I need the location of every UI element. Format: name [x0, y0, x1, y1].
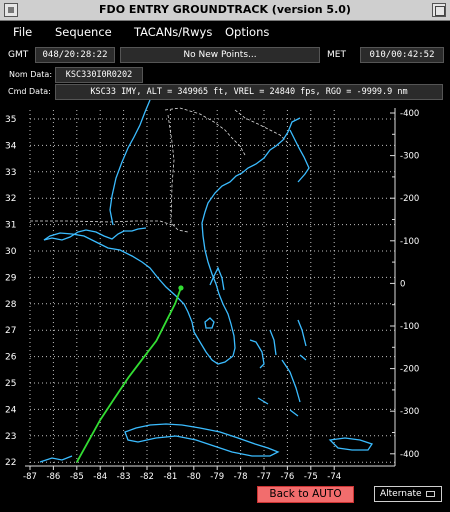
crossrange-tick-label: -300 — [400, 407, 419, 417]
lat-tick-label: 22 — [5, 458, 16, 468]
crossrange-axis: -400 -300 -200 -100 0 -100 -200 -300 -400 — [390, 109, 419, 460]
crossrange-tick-label: -100 — [400, 237, 419, 247]
alternate-checkbox-icon[interactable] — [426, 491, 435, 497]
hispaniola — [328, 437, 374, 451]
state-border — [167, 114, 189, 233]
gulf-coast-west — [43, 227, 147, 241]
coastline — [39, 99, 374, 463]
state-border — [164, 107, 246, 156]
lat-tick-label: 28 — [5, 300, 17, 310]
lat-tick-label: 25 — [5, 379, 16, 389]
groundtrack-line — [76, 287, 182, 463]
alternate-toggle[interactable]: Alternate — [374, 486, 442, 502]
florida-gulf-coast — [43, 232, 234, 365]
lat-tick-label: 24 — [5, 405, 17, 415]
lat-tick-label: 32 — [5, 194, 16, 204]
crossrange-tick-label: -400 — [400, 109, 419, 119]
lat-tick-label: 31 — [5, 221, 16, 231]
current-position-dot — [178, 285, 184, 291]
crossrange-tick-label: -200 — [400, 194, 419, 204]
alternate-label: Alternate — [380, 489, 422, 499]
lat-tick-label: 23 — [5, 432, 16, 442]
lat-tick-label: 27 — [5, 326, 16, 336]
bahamas — [249, 319, 307, 417]
crossrange-tick-label: -400 — [400, 450, 419, 460]
lat-tick-label: 35 — [5, 115, 16, 125]
cuba — [124, 423, 280, 457]
lat-tick-label: 33 — [5, 168, 16, 178]
lat-tick-label: 34 — [5, 141, 17, 151]
bottom-bar: Back to AUTO Alternate — [0, 478, 450, 512]
lat-tick-label: 30 — [5, 247, 17, 257]
vehicle-position-marker — [178, 285, 184, 291]
state-border — [234, 109, 291, 146]
crossrange-tick-label: -300 — [400, 152, 419, 162]
state-border — [30, 220, 176, 227]
lat-tick-label: 26 — [5, 353, 17, 363]
back-to-auto-button[interactable]: Back to AUTO — [257, 486, 354, 503]
crossrange-tick-label: -100 — [400, 322, 419, 332]
us-east-coast — [201, 117, 301, 357]
yucatan — [39, 455, 73, 463]
map-grid — [29, 110, 395, 466]
crossrange-tick-label: 0 — [400, 279, 405, 289]
lat-tick-label: 29 — [5, 273, 17, 283]
us-east-coast-north — [289, 129, 310, 183]
latitude-labels: 35 34 33 32 31 30 29 28 27 26 25 24 23 22 — [5, 115, 17, 468]
crossrange-tick-label: -200 — [400, 365, 419, 375]
groundtrack-map[interactable]: 3534333231302928272625242322 -87 -86 -85 -8… — [0, 0, 450, 512]
lake-okeechobee — [204, 317, 215, 329]
